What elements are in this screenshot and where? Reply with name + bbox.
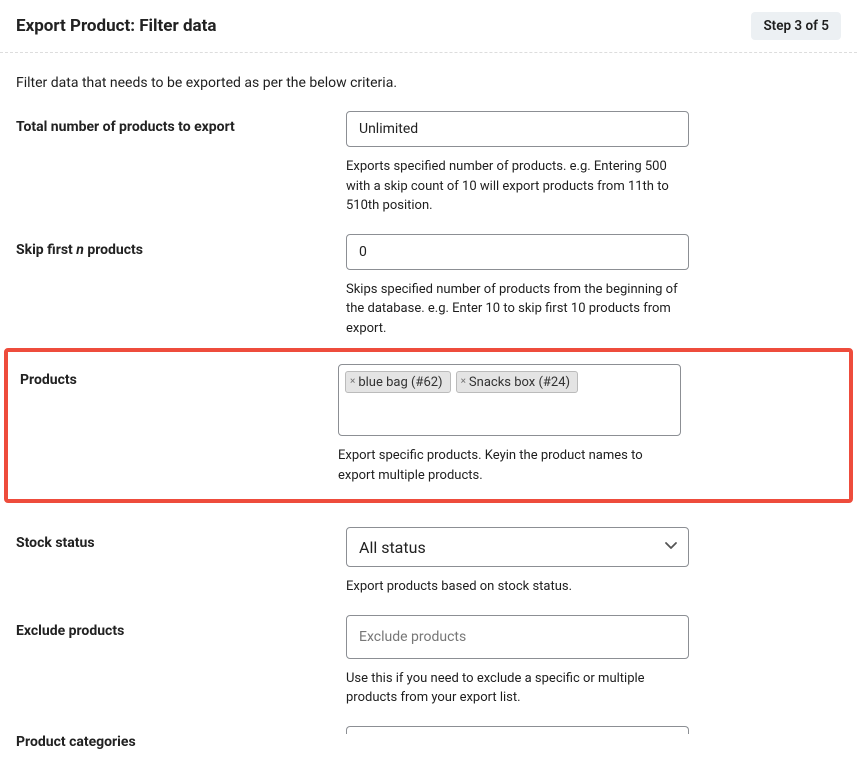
row-products: Products × blue bag (#62) × Snacks box (… [20,364,837,485]
row-product-categories: Product categories [0,712,857,750]
helper-exclude-products: Use this if you need to exclude a specif… [346,669,689,708]
step-badge: Step 3 of 5 [751,12,841,40]
label-text: Skip first [16,242,76,258]
label-total-products: Total number of products to export [16,111,346,135]
helper-products: Export specific products. Keyin the prod… [338,446,681,485]
label-text: Total number of products to export [16,119,235,135]
page-title: Export Product: Filter data [16,16,216,36]
highlight-products-section: Products × blue bag (#62) × Snacks box (… [4,348,853,503]
label-em: n [76,242,84,258]
intro-text: Filter data that needs to be exported as… [0,53,857,97]
label-product-categories: Product categories [16,726,346,750]
remove-tag-icon[interactable]: × [350,377,355,387]
row-total-products: Total number of products to export Expor… [0,97,857,220]
helper-total-products: Exports specified number of products. e.… [346,157,689,216]
helper-stock-status: Export products based on stock status. [346,577,689,597]
label-exclude-products: Exclude products [16,615,346,639]
label-text: products [84,242,143,258]
product-tag[interactable]: × Snacks box (#24) [456,371,579,393]
stock-status-select-wrap[interactable]: All status [346,527,689,567]
skip-products-input[interactable] [346,234,689,270]
exclude-products-input[interactable]: Exclude products [346,615,689,659]
remove-tag-icon[interactable]: × [461,377,466,387]
product-tag[interactable]: × blue bag (#62) [345,371,451,393]
label-products: Products [20,364,338,388]
row-skip-products: Skip first n products Skips specified nu… [0,220,857,343]
tag-label: Snacks box (#24) [469,375,570,390]
product-categories-input[interactable] [346,726,689,734]
page-header: Export Product: Filter data Step 3 of 5 [0,0,857,53]
total-products-input[interactable] [346,111,689,147]
label-stock-status: Stock status [16,527,346,551]
label-skip-products: Skip first n products [16,234,346,258]
row-exclude-products: Exclude products Exclude products Use th… [0,601,857,712]
products-tags-input[interactable]: × blue bag (#62) × Snacks box (#24) [338,364,681,436]
row-stock-status: Stock status All status Export products … [0,513,857,601]
helper-skip-products: Skips specified number of products from … [346,280,689,339]
tag-label: blue bag (#62) [358,375,442,390]
placeholder-text: Exclude products [359,629,466,645]
stock-status-select[interactable]: All status [346,527,689,567]
